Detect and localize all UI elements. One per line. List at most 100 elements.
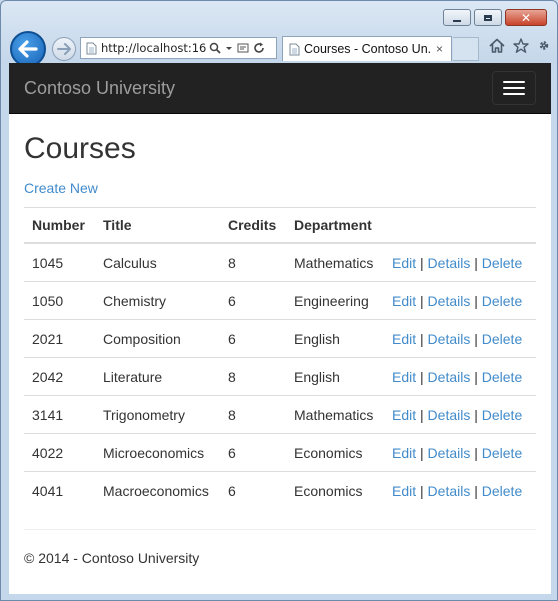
create-new-link[interactable]: Create New <box>24 180 98 196</box>
table-row: 2042 Literature 8 English Edit | Details | D… <box>24 357 536 396</box>
table-body: 1045 Calculus 8 Mathematics Edit | Details |… <box>24 242 536 509</box>
cell-credits: 8 <box>220 242 286 282</box>
navbar: Contoso University <box>9 63 551 114</box>
details-link[interactable]: Details <box>428 331 471 347</box>
dropdown-arrow-icon[interactable] <box>225 42 233 54</box>
cell-credits: 6 <box>220 471 286 509</box>
table-row: 4041 Macroeconomics 6 Economics Edit | Detai… <box>24 471 536 509</box>
action-separator: | <box>474 406 478 423</box>
cell-number: 1050 <box>24 281 95 320</box>
browser-window: ✕ http://localhost:163 Courses - Contoso… <box>0 0 558 601</box>
delete-link[interactable]: Delete <box>482 255 522 271</box>
minimize-button[interactable] <box>443 9 471 26</box>
column-header-number: Number <box>24 207 95 244</box>
column-header-credits: Credits <box>220 207 286 244</box>
details-link[interactable]: Details <box>428 407 471 423</box>
table-header-row: Number Title Credits Department <box>24 207 536 244</box>
maximize-icon <box>484 14 492 21</box>
action-separator: | <box>474 330 478 347</box>
action-separator: | <box>474 444 478 461</box>
action-separator: | <box>420 254 424 271</box>
delete-link[interactable]: Delete <box>482 331 522 347</box>
close-window-button[interactable]: ✕ <box>505 9 547 26</box>
footer-text: © 2014 - Contoso University <box>24 550 200 566</box>
cell-title: Trigonometry <box>95 395 220 434</box>
address-url[interactable]: http://localhost:163 <box>101 41 207 55</box>
cell-title: Composition <box>95 319 220 358</box>
cell-number: 4022 <box>24 433 95 472</box>
cell-title: Chemistry <box>95 281 220 320</box>
hamburger-bar <box>503 81 525 83</box>
action-separator: | <box>420 406 424 423</box>
edit-link[interactable]: Edit <box>392 407 416 423</box>
delete-link[interactable]: Delete <box>482 369 522 385</box>
delete-link[interactable]: Delete <box>482 483 522 499</box>
delete-link[interactable]: Delete <box>482 293 522 309</box>
page-icon <box>86 42 97 54</box>
action-separator: | <box>420 444 424 461</box>
cell-title: Macroeconomics <box>95 471 220 509</box>
delete-link[interactable]: Delete <box>482 407 522 423</box>
edit-link[interactable]: Edit <box>392 255 416 271</box>
cell-department: Mathematics <box>286 395 384 434</box>
details-link[interactable]: Details <box>428 445 471 461</box>
menu-toggle-button[interactable] <box>492 71 536 105</box>
cell-actions: Edit | Details | Delete <box>384 357 536 396</box>
column-header-title: Title <box>95 207 220 244</box>
edit-link[interactable]: Edit <box>392 293 416 309</box>
refresh-icon[interactable] <box>253 42 265 54</box>
details-link[interactable]: Details <box>428 369 471 385</box>
close-icon: ✕ <box>520 10 532 25</box>
forward-button[interactable] <box>52 37 76 61</box>
home-icon[interactable] <box>489 38 505 53</box>
edit-link[interactable]: Edit <box>392 331 416 347</box>
forward-arrow-icon <box>57 43 71 55</box>
cell-department: Mathematics <box>286 242 384 282</box>
hamburger-bar <box>503 87 525 89</box>
column-header-department: Department <box>286 207 384 244</box>
cell-department: Economics <box>286 471 384 509</box>
cell-credits: 6 <box>220 281 286 320</box>
address-bar[interactable]: http://localhost:163 <box>80 37 277 59</box>
compatibility-view-icon[interactable] <box>237 42 249 54</box>
delete-link[interactable]: Delete <box>482 445 522 461</box>
settings-gear-icon[interactable] <box>537 38 551 53</box>
edit-link[interactable]: Edit <box>392 483 416 499</box>
cell-credits: 8 <box>220 395 286 434</box>
edit-link[interactable]: Edit <box>392 369 416 385</box>
tab-title: Courses - Contoso Un... <box>304 42 432 56</box>
edit-link[interactable]: Edit <box>392 445 416 461</box>
new-tab-button[interactable] <box>453 37 479 61</box>
footer-divider <box>24 529 536 530</box>
cell-actions: Edit | Details | Delete <box>384 471 536 509</box>
action-separator: | <box>420 368 424 385</box>
page-title: Courses <box>24 132 136 165</box>
browser-tab[interactable]: Courses - Contoso Un... × <box>282 36 452 61</box>
action-separator: | <box>420 330 424 347</box>
maximize-button[interactable] <box>474 9 502 26</box>
cell-credits: 6 <box>220 433 286 472</box>
cell-department: English <box>286 319 384 358</box>
navbar-brand[interactable]: Contoso University <box>24 78 175 99</box>
search-icon[interactable] <box>209 42 221 54</box>
details-link[interactable]: Details <box>428 255 471 271</box>
favorites-star-icon[interactable] <box>513 38 529 53</box>
back-arrow-icon <box>18 40 38 58</box>
cell-department: Engineering <box>286 281 384 320</box>
action-separator: | <box>420 482 424 499</box>
details-link[interactable]: Details <box>428 483 471 499</box>
minimize-icon <box>453 19 461 22</box>
cell-title: Microeconomics <box>95 433 220 472</box>
cell-credits: 6 <box>220 319 286 358</box>
tab-close-icon[interactable]: × <box>436 42 443 56</box>
cell-actions: Edit | Details | Delete <box>384 281 536 320</box>
back-button[interactable] <box>10 31 46 67</box>
hamburger-bar <box>503 93 525 95</box>
action-separator: | <box>474 482 478 499</box>
table-row: 4022 Microeconomics 6 Economics Edit | Detai… <box>24 433 536 472</box>
cell-number: 3141 <box>24 395 95 434</box>
cell-number: 1045 <box>24 242 95 282</box>
page-viewport: Contoso University Courses Create New Nu… <box>9 63 551 594</box>
details-link[interactable]: Details <box>428 293 471 309</box>
cell-actions: Edit | Details | Delete <box>384 242 536 282</box>
